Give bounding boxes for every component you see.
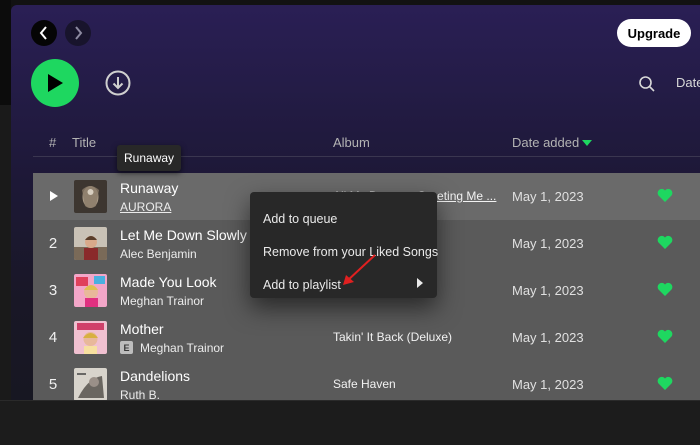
track-artist[interactable]: Meghan Trainor: [140, 341, 224, 355]
track-artist[interactable]: Ruth B.: [120, 388, 160, 400]
album-art: [74, 274, 107, 307]
track-date-added: May 1, 2023: [512, 189, 584, 204]
search-icon[interactable]: [638, 75, 656, 93]
track-date-added: May 1, 2023: [512, 236, 584, 251]
track-album[interactable]: Safe Haven: [333, 377, 396, 391]
track-album[interactable]: Takin' It Back (Deluxe): [333, 330, 452, 344]
track-row[interactable]: 4 Mother E Meghan Trainor Takin' It Back…: [33, 314, 700, 361]
track-title[interactable]: Dandelions: [120, 368, 190, 384]
track-row[interactable]: 5 Dandelions Ruth B. Safe Haven May 1, 2…: [33, 361, 700, 400]
now-playing-bar: [0, 400, 700, 445]
column-album[interactable]: Album: [333, 135, 370, 150]
track-title[interactable]: Made You Look: [120, 274, 217, 290]
heart-icon[interactable]: [657, 329, 673, 344]
track-number: 3: [48, 282, 58, 299]
upgrade-button[interactable]: Upgrade: [617, 19, 691, 47]
column-title[interactable]: Title: [72, 135, 96, 150]
chevron-right-icon: [75, 26, 83, 40]
album-art: [74, 321, 107, 354]
heart-icon[interactable]: [657, 282, 673, 297]
track-title[interactable]: Runaway: [120, 180, 178, 196]
sort-label[interactable]: Date: [676, 75, 700, 90]
download-icon[interactable]: [105, 70, 131, 96]
track-number: 2: [48, 235, 58, 252]
track-title[interactable]: Mother: [120, 321, 164, 337]
track-title[interactable]: Let Me Down Slowly: [120, 227, 247, 243]
track-date-added: May 1, 2023: [512, 330, 584, 345]
annotation-arrow-icon: [343, 254, 376, 285]
track-artist[interactable]: Alec Benjamin: [120, 247, 197, 261]
album-art: [74, 180, 107, 213]
explicit-badge: E: [120, 341, 133, 354]
title-tooltip: Runaway: [117, 145, 182, 171]
play-button[interactable]: [31, 59, 79, 107]
track-date-added: May 1, 2023: [512, 377, 584, 392]
sort-down-icon: [582, 140, 592, 146]
album-art: [74, 368, 107, 400]
play-icon[interactable]: [49, 190, 59, 202]
track-date-added: May 1, 2023: [512, 283, 584, 298]
album-art: [74, 227, 107, 260]
heart-icon[interactable]: [657, 376, 673, 391]
chevron-left-icon: [39, 26, 47, 40]
back-button[interactable]: [31, 20, 57, 46]
column-date-added[interactable]: Date added: [512, 135, 579, 150]
column-number: #: [49, 135, 57, 150]
track-artist[interactable]: AURORA: [120, 200, 171, 214]
main-view: Upgrade Date # Title Album Date added Ru…: [11, 5, 700, 400]
menu-item-add-to-queue[interactable]: Add to queue: [263, 212, 337, 226]
app-left-edge: [0, 0, 11, 445]
heart-icon[interactable]: [657, 235, 673, 250]
forward-button[interactable]: [65, 20, 91, 46]
track-number: 4: [48, 329, 58, 346]
heart-icon[interactable]: [657, 188, 673, 203]
track-artist[interactable]: Meghan Trainor: [120, 294, 204, 308]
play-icon: [48, 74, 63, 92]
left-panel-strip: [0, 105, 11, 405]
submenu-arrow-icon: [417, 278, 423, 288]
track-number: 5: [48, 376, 58, 393]
menu-item-add-to-playlist[interactable]: Add to playlist: [263, 278, 341, 292]
